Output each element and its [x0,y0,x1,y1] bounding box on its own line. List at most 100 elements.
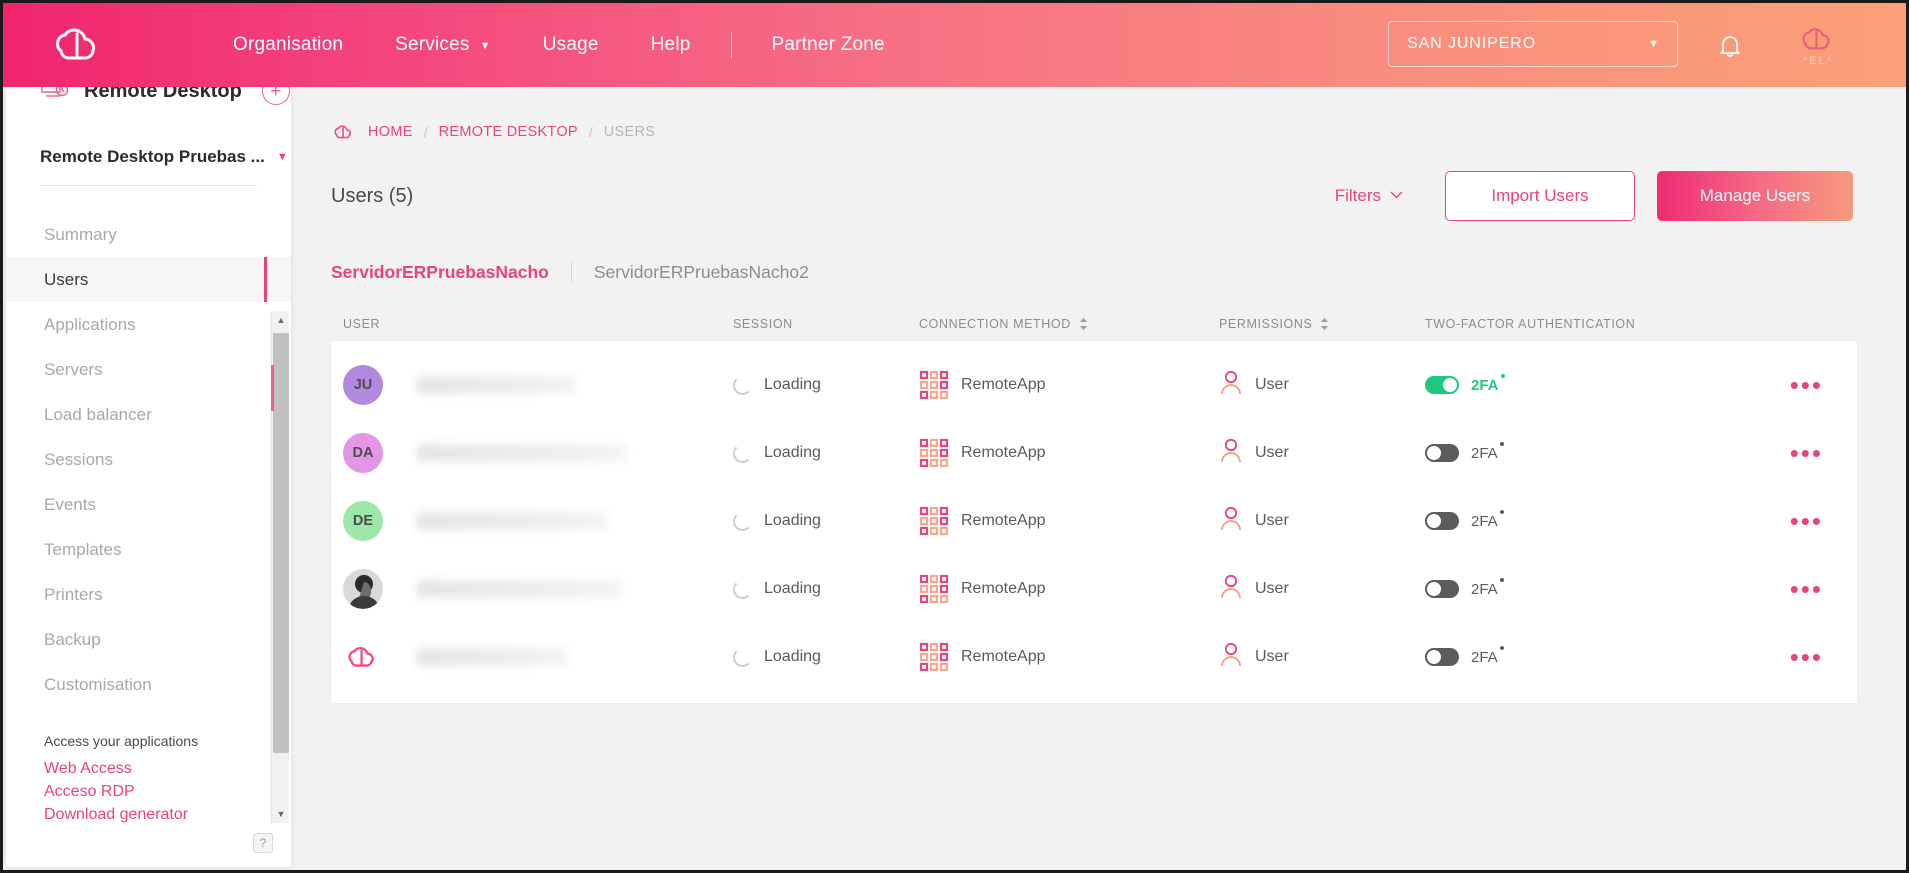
top-navigation-bar: Organisation Services ▼ Usage Help Partn… [3,3,1906,87]
filters-button[interactable]: Filters [1335,186,1403,206]
sort-icon[interactable] [1320,317,1329,331]
manage-users-button[interactable]: Manage Users [1657,171,1853,221]
sidebar-access-links: Access your applications Web Access Acce… [6,733,291,826]
two-factor-toggle[interactable] [1425,376,1459,394]
nav-label: Services [395,34,470,55]
two-factor-toggle[interactable] [1425,512,1459,530]
tab-servidor-erpruebas-nacho2[interactable]: ServidorERPruebasNacho2 [572,262,831,283]
main-content: HOME / REMOTE DESKTOP / USERS Users (5) … [291,87,1903,867]
sidebar-item-label: Sessions [44,449,113,469]
nav-item-usage[interactable]: Usage [517,28,625,62]
column-label: USER [343,317,381,331]
cloud-logo-icon[interactable] [51,23,107,67]
cloud-logo-icon [331,123,357,141]
column-label: PERMISSIONS [1219,317,1313,331]
user-name-redacted [417,376,577,394]
user-avatar-icon [1219,574,1243,605]
table-row[interactable]: Loading RemoteApp User 2FA ••• [331,623,1857,691]
nav-item-partner-zone[interactable]: Partner Zone [746,28,911,62]
sidebar-item-printers[interactable]: Printers [6,572,291,617]
user-avatar-icon [1219,370,1243,401]
table-row[interactable]: DE Loading RemoteApp User 2FA ••• [331,487,1857,555]
tab-servidor-erpruebas-nacho[interactable]: ServidorERPruebasNacho [331,262,571,283]
users-table: USER SESSION CONNECTION METHOD PERMISSIO… [331,307,1857,703]
organisation-selector[interactable]: SAN JUNIPERO ▼ [1388,21,1678,67]
two-factor-toggle[interactable] [1425,444,1459,462]
sidebar-item-summary[interactable]: Summary [6,212,291,257]
two-factor-label: 2FA [1471,441,1504,462]
cell-connection-method: RemoteApp [919,574,1219,604]
user-account-button[interactable]: *EL* [1772,19,1864,73]
cell-session: Loading [733,511,919,531]
nav-item-organisation[interactable]: Organisation [207,28,369,62]
permissions-label: User [1255,648,1289,665]
two-factor-toggle[interactable] [1425,580,1459,598]
page-header: Users (5) Filters Import Users Manage Us… [291,141,1903,221]
nav-item-services[interactable]: Services ▼ [369,28,517,62]
cell-session: Loading [733,579,919,599]
permissions-label: User [1255,376,1289,393]
sort-icon[interactable] [1079,317,1088,331]
app-window: Organisation Services ▼ Usage Help Partn… [0,0,1909,873]
toggle-knob [1427,514,1441,528]
sidebar-nav: Summary Users Applications Servers Load … [6,212,291,707]
link-web-access[interactable]: Web Access [44,757,291,780]
sidebar-scrollbar[interactable]: ▲ ▼ [271,311,289,823]
project-selector-label: Remote Desktop Pruebas ... [40,147,265,166]
status-dot [1499,645,1504,650]
help-button[interactable]: ? [253,833,273,853]
sidebar-item-backup[interactable]: Backup [6,617,291,662]
sidebar-item-templates[interactable]: Templates [6,527,291,572]
row-actions-menu[interactable]: ••• [1790,372,1823,398]
sidebar-item-servers[interactable]: Servers [6,347,291,392]
row-actions-menu[interactable]: ••• [1790,508,1823,534]
sidebar-item-applications[interactable]: Applications [6,302,291,347]
scroll-up-icon[interactable]: ▲ [272,311,290,329]
app-grid-icon [919,370,949,400]
row-actions-menu[interactable]: ••• [1790,644,1823,670]
nav-item-help[interactable]: Help [625,28,717,62]
cell-user: DA [343,433,733,473]
table-row[interactable]: JU Loading RemoteApp User 2FA ••• [331,351,1857,419]
sidebar-item-users[interactable]: Users [6,257,291,302]
user-avatar-icon [1219,642,1243,673]
cloud-logo-icon [1802,28,1830,50]
import-users-button[interactable]: Import Users [1445,171,1635,221]
table-row[interactable]: Loading RemoteApp User 2FA ••• [331,555,1857,623]
cell-session: Loading [733,443,919,463]
sidebar-item-load-balancer[interactable]: Load balancer [6,392,291,437]
sidebar-item-sessions[interactable]: Sessions [6,437,291,482]
breadcrumb-separator: / [423,124,428,140]
breadcrumb-separator: / [588,124,593,140]
toggle-knob [1427,582,1441,596]
permissions-label: User [1255,444,1289,461]
column-header-connection-method[interactable]: CONNECTION METHOD [919,317,1219,331]
breadcrumb-item-remote-desktop[interactable]: REMOTE DESKTOP [439,124,578,140]
row-actions-menu[interactable]: ••• [1790,576,1823,602]
sidebar-item-events[interactable]: Events [6,482,291,527]
notification-bell-icon[interactable] [1716,31,1744,61]
scrollbar-thumb[interactable] [273,333,289,753]
nav-label: Organisation [233,34,344,55]
project-selector[interactable]: Remote Desktop Pruebas ... ▼ [40,147,291,167]
loading-spinner-icon [733,443,752,463]
chevron-down-icon [1390,190,1403,202]
link-download-generator[interactable]: Download generator [44,803,291,826]
link-acceso-rdp[interactable]: Acceso RDP [44,780,291,803]
cell-permissions: User [1219,438,1425,469]
two-factor-label: 2FA [1471,645,1504,666]
cell-connection-method: RemoteApp [919,438,1219,468]
avatar-photo [343,569,383,609]
two-factor-toggle[interactable] [1425,648,1459,666]
breadcrumb-item-home[interactable]: HOME [368,124,413,140]
column-header-permissions[interactable]: PERMISSIONS [1219,317,1425,331]
chevron-down-icon: ▼ [1648,38,1659,50]
cell-permissions: User [1219,642,1425,673]
row-actions-menu[interactable]: ••• [1790,440,1823,466]
table-row[interactable]: DA Loading RemoteApp User 2FA ••• [331,419,1857,487]
cell-connection-method: RemoteApp [919,370,1219,400]
sidebar-item-label: Load balancer [44,404,152,424]
cell-user: JU [343,365,733,405]
scroll-down-icon[interactable]: ▼ [272,805,290,823]
sidebar-item-customisation[interactable]: Customisation [6,662,291,707]
